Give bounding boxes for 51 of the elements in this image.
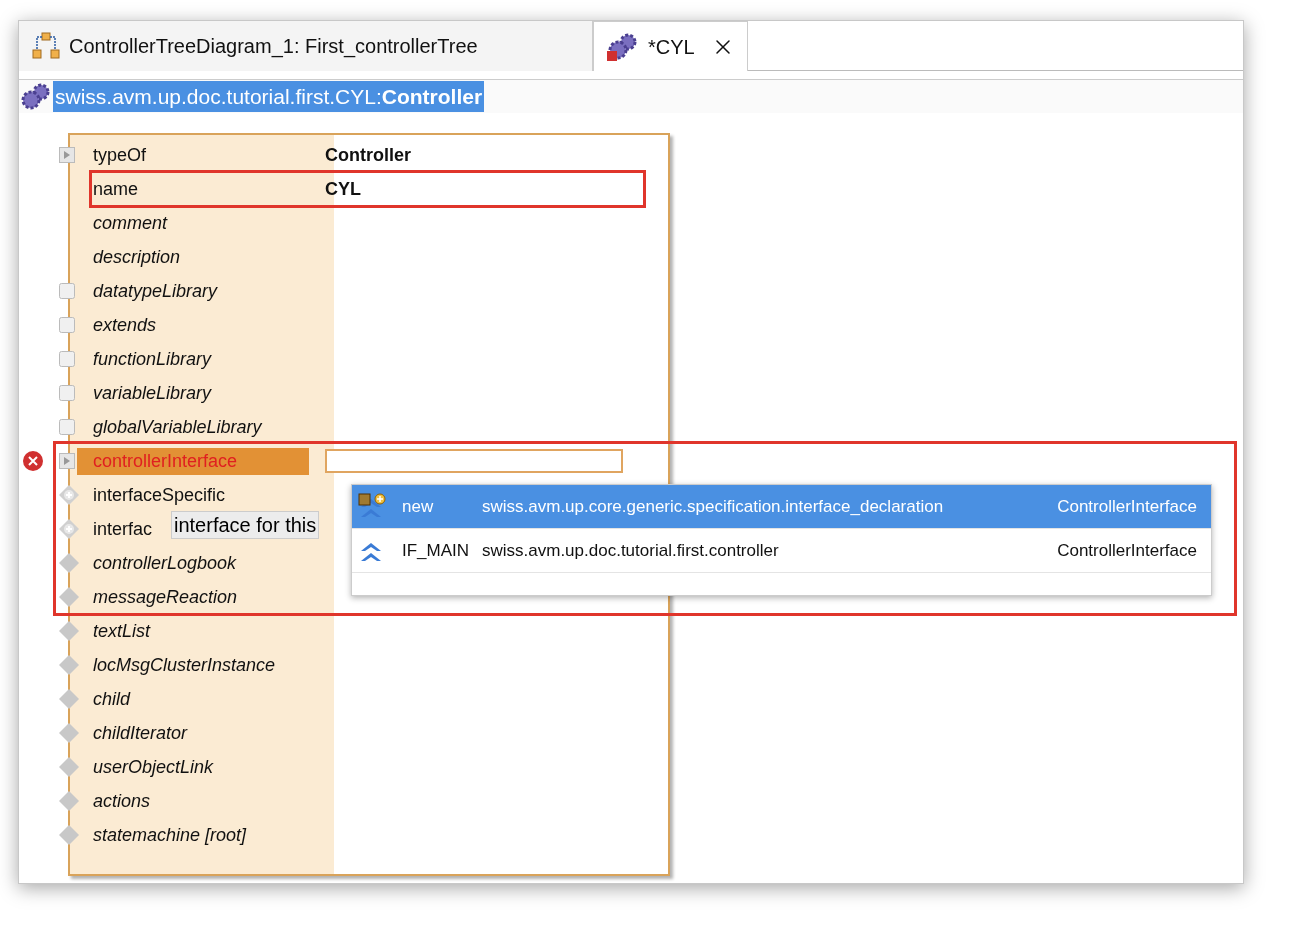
checkbox-icon[interactable] xyxy=(59,419,75,435)
property-label[interactable]: comment xyxy=(77,209,168,237)
diamond-icon xyxy=(59,825,79,845)
item-type: ControllerInterface xyxy=(1057,495,1197,518)
diamond-icon xyxy=(59,621,79,641)
property-label[interactable]: controllerLogbook xyxy=(77,549,237,577)
property-label[interactable]: interfac xyxy=(77,515,153,543)
property-label[interactable]: functionLibrary xyxy=(77,345,212,373)
diamond-icon xyxy=(59,791,79,811)
property-value: CYL xyxy=(325,178,361,199)
property-label[interactable]: extends xyxy=(77,311,157,339)
property-label[interactable]: childIterator xyxy=(77,719,188,747)
item-package: swiss.avm.up.doc.tutorial.first.controller xyxy=(482,539,780,562)
tab-label: ControllerTreeDiagram_1: First_controllerTree xyxy=(69,34,478,60)
property-label[interactable]: typeOf xyxy=(77,141,147,169)
property-label[interactable]: locMsgClusterInstance xyxy=(77,651,276,679)
checkbox-icon[interactable] xyxy=(59,385,75,401)
property-label[interactable]: name xyxy=(77,175,139,203)
property-label[interactable]: userObjectLink xyxy=(77,753,214,781)
property-value: Controller xyxy=(325,144,411,165)
item-name: new xyxy=(402,495,435,518)
completion-item[interactable]: IF_MAIN swiss.avm.up.doc.tutorial.first.controller ControllerInterface xyxy=(352,529,1211,573)
property-label[interactable]: globalVariableLibrary xyxy=(77,413,262,441)
diamond-icon xyxy=(59,723,79,743)
property-label[interactable]: child xyxy=(77,685,131,713)
property-label[interactable]: messageReaction xyxy=(77,583,238,611)
property-label[interactable]: variableLibrary xyxy=(77,379,212,407)
property-label[interactable]: datatypeLibrary xyxy=(77,277,218,305)
property-label[interactable]: actions xyxy=(77,787,151,815)
value-input-field[interactable] xyxy=(325,449,623,473)
item-type: ControllerInterface xyxy=(1057,539,1197,562)
element-path: swiss.avm.up.doc.tutorial.first.CYL:Controller xyxy=(53,80,485,113)
property-label[interactable]: textList xyxy=(77,617,151,645)
tree-diagram-icon xyxy=(31,32,61,60)
tab-label: *CYL xyxy=(648,34,695,60)
checkbox-icon[interactable] xyxy=(59,351,75,367)
property-label[interactable]: statemachine [root] xyxy=(77,821,247,849)
item-package: swiss.avm.up.core.generic.specification.interface_declaration xyxy=(482,495,945,518)
diamond-icon xyxy=(59,553,79,573)
item-name: IF_MAIN xyxy=(402,539,471,562)
checkbox-icon[interactable] xyxy=(59,317,75,333)
tooltip: interface for this xyxy=(171,511,320,539)
editor-tab[interactable]: *CYL xyxy=(593,21,748,71)
editor-tab[interactable]: ControllerTreeDiagram_1: First_controllerTree xyxy=(19,21,593,71)
diamond-icon xyxy=(59,587,79,607)
checkbox-icon[interactable] xyxy=(59,283,75,299)
diamond-icon xyxy=(59,655,79,675)
property-label[interactable]: description xyxy=(77,243,181,271)
property-label[interactable]: interfaceSpecific xyxy=(77,481,226,509)
diamond-icon xyxy=(59,689,79,709)
diamond-icon xyxy=(59,757,79,777)
